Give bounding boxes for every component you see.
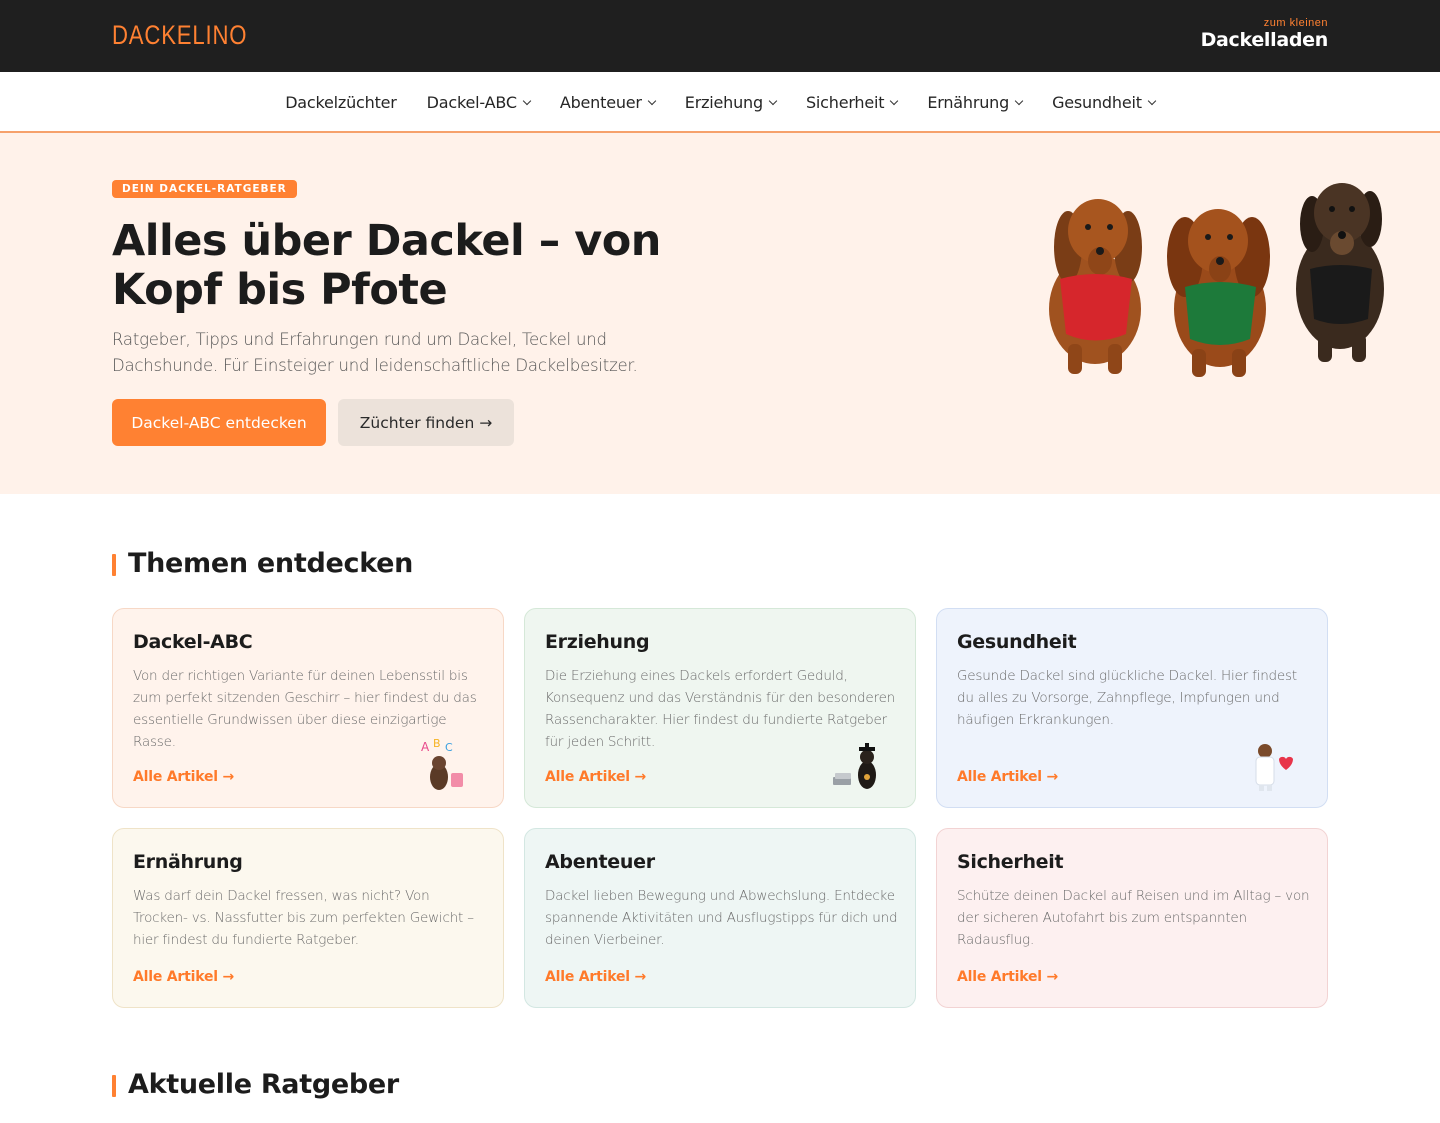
dachshunds-image xyxy=(1049,183,1384,377)
dog-red-harness xyxy=(1049,199,1142,374)
nav-item-label: Abenteuer xyxy=(559,92,642,112)
card-title: Abenteuer xyxy=(545,851,655,873)
svg-text:B: B xyxy=(433,737,441,750)
dog-wirehaired xyxy=(1296,183,1384,362)
all-articles-link[interactable]: Alle Artikel → xyxy=(133,969,234,985)
card-title: Sicherheit xyxy=(957,851,1064,873)
find-breeder-button[interactable]: Züchter finden → xyxy=(338,399,514,446)
all-articles-link[interactable]: Alle Artikel → xyxy=(957,769,1058,785)
nav-item-label: Dackelzüchter xyxy=(285,92,397,112)
nav-item-label: Gesundheit xyxy=(1052,92,1142,112)
chevron-down-icon xyxy=(522,96,532,105)
top-bar: DACKELINO zum kleinen Dackelladen xyxy=(0,0,1440,72)
shop-link-small: zum kleinen xyxy=(1263,17,1328,29)
svg-text:C: C xyxy=(445,741,453,754)
nav-item-sicherheit[interactable]: Sicherheit xyxy=(805,92,899,112)
dackel-abc-button[interactable]: Dackel-ABC entdecken xyxy=(112,399,326,446)
main-nav: Dackelzüchter Dackel-ABC Abenteuer Erzie… xyxy=(0,72,1440,133)
nav-item-gesundheit[interactable]: Gesundheit xyxy=(1052,92,1157,112)
card-title: Dackel-ABC xyxy=(133,631,253,653)
nav-item-erziehung[interactable]: Erziehung xyxy=(684,92,778,112)
topic-card-ernaehrung[interactable]: Ernährung Was darf dein Dackel fressen, … xyxy=(112,828,504,1008)
nav-item-label: Erziehung xyxy=(684,92,763,112)
hero-badge: DEIN DACKEL-RATGEBER xyxy=(112,180,297,198)
hero-subtitle: Ratgeber, Tipps und Erfahrungen rund um … xyxy=(112,330,638,375)
nav-item-ernaehrung[interactable]: Ernährung xyxy=(927,92,1024,112)
hero-section: DEIN DACKEL-RATGEBER Alles über Dackel –… xyxy=(0,133,1440,494)
chevron-down-icon xyxy=(1014,96,1024,105)
all-articles-link[interactable]: Alle Artikel → xyxy=(957,969,1058,985)
nav-item-dackelzuechter[interactable]: Dackelzüchter xyxy=(285,92,397,112)
all-articles-link[interactable]: Alle Artikel → xyxy=(545,769,646,785)
svg-text:A: A xyxy=(421,740,430,754)
card-text: Gesunde Dackel sind glückliche Dackel. H… xyxy=(957,668,1297,728)
card-text: Schütze deinen Dackel auf Reisen und im … xyxy=(957,888,1310,948)
all-articles-link[interactable]: Alle Artikel → xyxy=(545,969,646,985)
card-title: Gesundheit xyxy=(957,631,1077,653)
card-text: Was darf dein Dackel fressen, was nicht?… xyxy=(133,888,474,948)
graduate-dog-icon xyxy=(833,743,876,789)
chevron-down-icon xyxy=(768,96,778,105)
shop-link-label: Dackelladen xyxy=(1200,29,1329,51)
hero-title: Alles über Dackel – von Kopf bis Pfote xyxy=(112,216,661,315)
topic-card-erziehung[interactable]: Erziehung Die Erziehung eines Dackels er… xyxy=(524,608,916,808)
card-text: Dackel lieben Bewegung und Abwechslung. … xyxy=(545,888,898,948)
latest-section-title: Aktuelle Ratgeber xyxy=(112,1069,399,1100)
nav-item-dackel-abc[interactable]: Dackel-ABC xyxy=(426,92,532,112)
topic-card-abenteuer[interactable]: Abenteuer Dackel lieben Bewegung und Abw… xyxy=(524,828,916,1008)
all-articles-link[interactable]: Alle Artikel → xyxy=(133,769,234,785)
topic-card-dackel-abc[interactable]: Dackel-ABC Von der richtigen Variante fü… xyxy=(112,608,504,808)
chevron-down-icon xyxy=(647,96,657,105)
topics-section-title: Themen entdecken xyxy=(112,548,413,579)
topic-card-sicherheit[interactable]: Sicherheit Schütze deinen Dackel auf Rei… xyxy=(936,828,1328,1008)
nav-item-label: Ernährung xyxy=(927,92,1010,112)
nav-item-abenteuer[interactable]: Abenteuer xyxy=(559,92,657,112)
card-title: Erziehung xyxy=(545,631,650,653)
site-logo[interactable]: DACKELINO xyxy=(112,20,247,51)
vet-dog-icon xyxy=(1255,744,1293,791)
chevron-down-icon xyxy=(890,96,899,105)
nav-item-label: Sicherheit xyxy=(805,92,885,112)
abc-dog-icon: A B C xyxy=(421,737,463,790)
shop-link[interactable]: zum kleinen Dackelladen xyxy=(1200,17,1329,51)
card-title: Ernährung xyxy=(133,851,243,873)
dog-green-harness xyxy=(1167,209,1270,377)
topic-card-gesundheit[interactable]: Gesundheit Gesunde Dackel sind glücklich… xyxy=(936,608,1328,808)
nav-item-label: Dackel-ABC xyxy=(426,92,517,112)
chevron-down-icon xyxy=(1147,96,1157,105)
